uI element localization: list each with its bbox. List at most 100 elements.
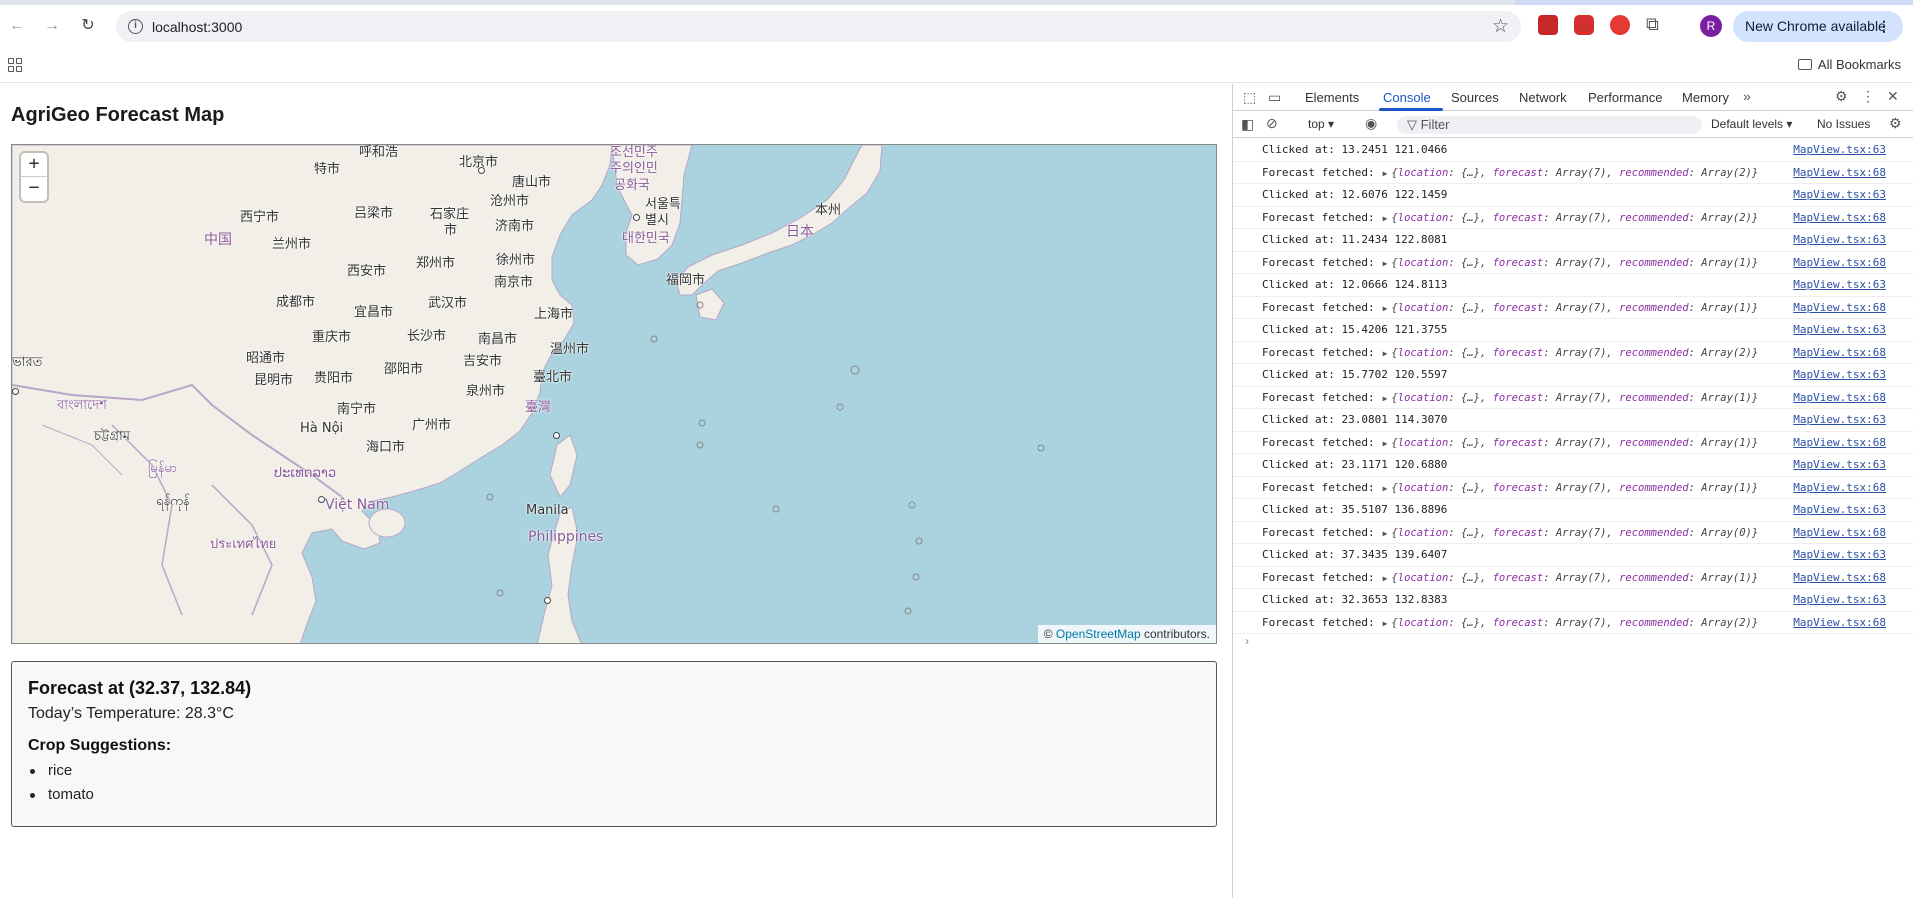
tab-network[interactable]: Network xyxy=(1519,90,1567,105)
map-container[interactable]: + − 呼和浩 特市 北京市 唐山市 조선민주 주의인민 공화국 西宁市 吕梁市… xyxy=(11,144,1217,644)
expand-triangle-icon[interactable]: ▶ xyxy=(1383,208,1388,229)
map-label: 福岡市 xyxy=(666,273,706,288)
object-token: recommended xyxy=(1619,481,1689,494)
source-link[interactable]: MapView.tsx:68 xyxy=(1793,432,1886,454)
tab-performance[interactable]: Performance xyxy=(1588,90,1662,105)
expand-triangle-icon[interactable]: ▶ xyxy=(1383,613,1388,634)
expandable-object[interactable]: ▶ {location: {…}, forecast: Array(7), rec… xyxy=(1375,572,1759,584)
log-message: Forecast fetched: xyxy=(1262,570,1375,584)
live-expression-eye-icon[interactable]: ◉ xyxy=(1365,115,1377,132)
openstreetmap-link[interactable]: OpenStreetMap xyxy=(1056,627,1141,641)
source-link[interactable]: MapView.tsx:63 xyxy=(1793,589,1886,611)
all-bookmarks-button[interactable]: All Bookmarks xyxy=(1797,57,1901,72)
source-link[interactable]: MapView.tsx:68 xyxy=(1793,207,1886,229)
tab-elements[interactable]: Elements xyxy=(1305,90,1359,105)
source-link[interactable]: MapView.tsx:63 xyxy=(1793,229,1886,251)
object-token: Array(1) xyxy=(1701,571,1752,584)
device-toolbar-icon[interactable]: ▭ xyxy=(1268,89,1281,106)
list-item: tomato xyxy=(28,783,1200,807)
inspect-element-icon[interactable]: ⬚ xyxy=(1243,89,1256,106)
context-selector[interactable]: top ▾ xyxy=(1308,117,1334,131)
console-log-click: Clicked at: 37.3435 139.6407 MapView.tsx:… xyxy=(1233,544,1913,567)
close-icon[interactable]: ✕ xyxy=(1887,88,1899,105)
source-link[interactable]: MapView.tsx:68 xyxy=(1793,252,1886,274)
object-token: Array(1) xyxy=(1701,481,1752,494)
source-link[interactable]: MapView.tsx:63 xyxy=(1793,409,1886,431)
source-link[interactable]: MapView.tsx:63 xyxy=(1793,544,1886,566)
expand-triangle-icon[interactable]: ▶ xyxy=(1383,478,1388,499)
expandable-object[interactable]: ▶ {location: {…}, forecast: Array(7), rec… xyxy=(1375,347,1759,359)
more-tabs-icon[interactable]: » xyxy=(1743,88,1751,104)
extension-icon-2[interactable] xyxy=(1574,15,1594,35)
expand-triangle-icon[interactable]: ▶ xyxy=(1383,298,1388,319)
source-link[interactable]: MapView.tsx:63 xyxy=(1793,274,1886,296)
source-link[interactable]: MapView.tsx:68 xyxy=(1793,612,1886,634)
source-link[interactable]: MapView.tsx:63 xyxy=(1793,139,1886,161)
expand-triangle-icon[interactable]: ▶ xyxy=(1383,163,1388,184)
console-settings-icon[interactable]: ⚙ xyxy=(1889,115,1902,132)
expandable-object[interactable]: ▶ {location: {…}, forecast: Array(7), rec… xyxy=(1375,527,1759,539)
devtools-menu-icon[interactable]: ⋮ xyxy=(1861,88,1875,105)
new-chrome-available-button[interactable]: New Chrome available ⋮ xyxy=(1733,11,1903,42)
zoom-in-button[interactable]: + xyxy=(21,153,47,177)
issues-counter[interactable]: No Issues xyxy=(1817,117,1870,131)
tab-sources[interactable]: Sources xyxy=(1451,90,1499,105)
apps-grid-icon[interactable] xyxy=(8,58,22,72)
tab-memory[interactable]: Memory xyxy=(1682,90,1729,105)
punctuation: , xyxy=(1606,391,1620,404)
source-link[interactable]: MapView.tsx:68 xyxy=(1793,522,1886,544)
expandable-object[interactable]: ▶ {location: {…}, forecast: Array(7), rec… xyxy=(1375,392,1759,404)
expand-triangle-icon[interactable]: ▶ xyxy=(1383,433,1388,454)
extension-icon-1[interactable] xyxy=(1538,15,1558,35)
map-tiles[interactable] xyxy=(12,145,1217,644)
address-bar[interactable]: i localhost:3000 ☆ xyxy=(116,11,1521,42)
expandable-object[interactable]: ▶ {location: {…}, forecast: Array(7), rec… xyxy=(1375,302,1759,314)
source-link[interactable]: MapView.tsx:63 xyxy=(1793,184,1886,206)
reload-icon[interactable]: ↻ xyxy=(77,15,99,37)
log-levels-dropdown[interactable]: Default levels ▾ xyxy=(1711,117,1792,131)
console-prompt[interactable]: › xyxy=(1233,634,1913,658)
expandable-object[interactable]: ▶ {location: {…}, forecast: Array(7), rec… xyxy=(1375,167,1759,179)
back-icon[interactable]: ← xyxy=(6,15,28,37)
extension-icon-3[interactable] xyxy=(1610,15,1630,35)
chrome-menu-icon[interactable]: ⋮ xyxy=(1877,11,1891,42)
map-label: Hà Nội xyxy=(300,421,344,436)
source-link[interactable]: MapView.tsx:68 xyxy=(1793,567,1886,589)
source-link[interactable]: MapView.tsx:63 xyxy=(1793,319,1886,341)
source-link[interactable]: MapView.tsx:68 xyxy=(1793,342,1886,364)
console-filter-input[interactable]: ▽ Filter xyxy=(1397,116,1702,134)
source-link[interactable]: MapView.tsx:63 xyxy=(1793,454,1886,476)
source-link[interactable]: MapView.tsx:68 xyxy=(1793,297,1886,319)
expandable-object[interactable]: ▶ {location: {…}, forecast: Array(7), rec… xyxy=(1375,437,1759,449)
expandable-object[interactable]: ▶ {location: {…}, forecast: Array(7), rec… xyxy=(1375,617,1759,629)
site-info-icon[interactable]: i xyxy=(128,19,143,34)
object-token: {…} xyxy=(1460,391,1480,404)
clear-console-icon[interactable]: ⊘ xyxy=(1266,115,1278,132)
source-link[interactable]: MapView.tsx:63 xyxy=(1793,499,1886,521)
source-link[interactable]: MapView.tsx:68 xyxy=(1793,477,1886,499)
settings-gear-icon[interactable]: ⚙ xyxy=(1835,88,1848,105)
expandable-object[interactable]: ▶ {location: {…}, forecast: Array(7), rec… xyxy=(1375,257,1759,269)
expand-triangle-icon[interactable]: ▶ xyxy=(1383,388,1388,409)
bookmark-star-icon[interactable]: ☆ xyxy=(1492,15,1509,38)
punctuation: } xyxy=(1751,211,1759,224)
zoom-out-button[interactable]: − xyxy=(21,177,47,201)
log-message: Forecast fetched: xyxy=(1262,390,1375,404)
object-token: forecast xyxy=(1492,301,1544,314)
expand-triangle-icon[interactable]: ▶ xyxy=(1383,253,1388,274)
tab-console[interactable]: Console xyxy=(1383,90,1431,105)
sidebar-toggle-icon[interactable]: ◧ xyxy=(1241,116,1254,133)
expand-triangle-icon[interactable]: ▶ xyxy=(1383,568,1388,589)
source-link[interactable]: MapView.tsx:68 xyxy=(1793,387,1886,409)
url-text[interactable]: localhost:3000 xyxy=(152,19,242,35)
extensions-puzzle-icon[interactable]: ⧉ xyxy=(1646,14,1659,35)
profile-avatar[interactable]: R xyxy=(1700,15,1722,37)
forward-icon[interactable]: → xyxy=(41,15,63,37)
expand-triangle-icon[interactable]: ▶ xyxy=(1383,523,1388,544)
expandable-object[interactable]: ▶ {location: {…}, forecast: Array(7), rec… xyxy=(1375,212,1759,224)
source-link[interactable]: MapView.tsx:63 xyxy=(1793,364,1886,386)
expandable-object[interactable]: ▶ {location: {…}, forecast: Array(7), rec… xyxy=(1375,482,1759,494)
expand-triangle-icon[interactable]: ▶ xyxy=(1383,343,1388,364)
source-link[interactable]: MapView.tsx:68 xyxy=(1793,162,1886,184)
punctuation: : xyxy=(1448,346,1461,359)
